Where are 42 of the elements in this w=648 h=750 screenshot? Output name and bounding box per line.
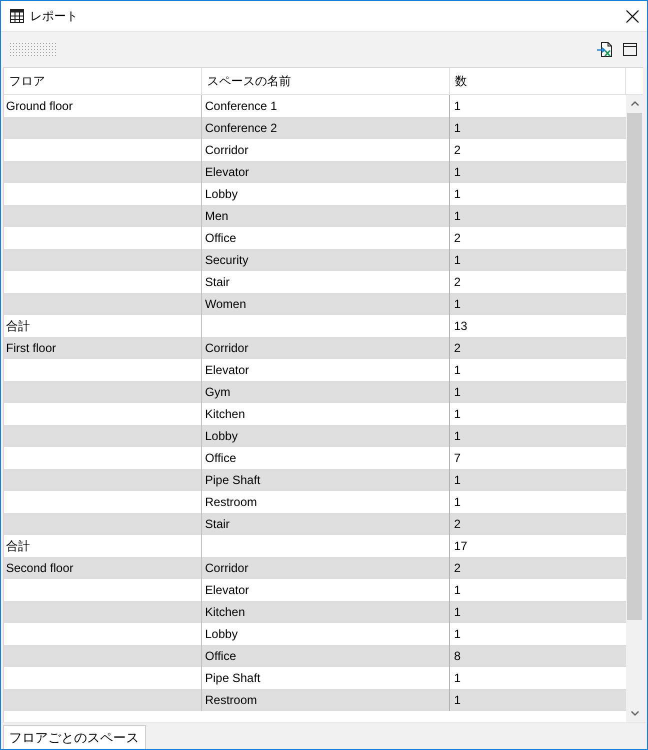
close-icon[interactable] [626, 10, 639, 22]
document-arrow-icon[interactable] [597, 42, 613, 57]
table-icon [10, 9, 24, 23]
table-cell-text: 2 [453, 560, 462, 577]
table-cell-text: 1 [453, 98, 462, 115]
table-cell-text: 1 [453, 472, 462, 489]
table-cell-text: 2 [453, 230, 462, 247]
table-cell-text: 2 [453, 516, 462, 533]
vertical-scrollbar[interactable] [626, 95, 643, 722]
table-cell-text: 1 [453, 494, 462, 511]
table-cell-text: 1 [453, 428, 462, 445]
table-cell-text: 1 [453, 208, 462, 225]
column-header[interactable]: フロア [4, 68, 202, 94]
table-cell-text: 1 [453, 252, 462, 269]
table-cell-text: 1 [453, 164, 462, 181]
table-cell: Restroom [202, 689, 450, 711]
table-cell-text: 1 [453, 186, 462, 203]
table-cell-text: 2 [453, 340, 462, 357]
column-header[interactable]: 数 [450, 68, 626, 94]
window-title: レポート [30, 8, 78, 24]
table-cell-text: 2 [453, 274, 462, 291]
table-cell-text: 1 [453, 670, 462, 687]
table-cell-text: 1 [453, 582, 462, 599]
chevron-up-icon[interactable] [630, 101, 638, 106]
sheet-tab[interactable]: フロアごとのスペース [3, 725, 146, 749]
table-cell-text: 1 [453, 120, 462, 137]
table-cell-text: 1 [453, 362, 462, 379]
table-cell-text: 1 [453, 604, 462, 621]
table-cell-text: 1 [453, 296, 462, 313]
table-cell-text: 8 [453, 648, 462, 665]
table-cell-text: 1 [453, 692, 462, 709]
scrollbar-thumb[interactable] [627, 113, 642, 620]
column-header[interactable]: スペースの名前 [202, 68, 450, 94]
table-cell-text: 7 [453, 450, 462, 467]
table-cell-text: 1 [453, 406, 462, 423]
table-cell-text: 17 [453, 538, 468, 555]
table-cell-text: 13 [453, 318, 468, 335]
table-cell-text: 1 [453, 626, 462, 643]
chevron-down-icon[interactable] [630, 711, 638, 716]
table-cell-text: 2 [453, 142, 462, 159]
table-cell-text: 1 [453, 384, 462, 401]
window-panel-icon[interactable] [623, 43, 637, 56]
